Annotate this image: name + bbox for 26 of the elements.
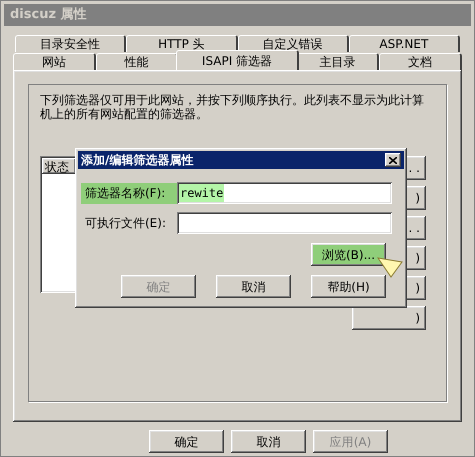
pointer-icon [377, 256, 403, 278]
close-icon [389, 156, 397, 164]
field-label: 筛选器名称(F): [81, 182, 177, 204]
tab[interactable]: ISAPI 筛选器 [176, 50, 299, 70]
button[interactable]: 确定 [149, 430, 224, 453]
side-button[interactable]: ) [352, 306, 426, 330]
tab[interactable]: 目录安全性 [15, 35, 126, 52]
button[interactable]: 取消 [231, 430, 306, 453]
tab[interactable]: 自定义错误 [238, 35, 349, 52]
tab[interactable]: 性能 [96, 53, 178, 70]
button[interactable]: 取消 [216, 275, 291, 298]
input-field[interactable]: rewite [177, 182, 392, 204]
description-text: 下列筛选器仅可用于此网站，并按下列顺序执行。此列表不显示为此计算机上的所有网站配置的筛选器。 [40, 93, 425, 121]
close-button[interactable] [385, 153, 401, 167]
tab[interactable]: ASP.NET [348, 35, 460, 52]
tab[interactable]: 文档 [379, 53, 462, 70]
button[interactable]: 帮助(H) [311, 275, 386, 298]
browse-button[interactable]: 浏览(B)... [311, 243, 386, 266]
input-field[interactable] [177, 212, 392, 234]
column-header[interactable]: 状态 [42, 158, 76, 174]
dialog-title: 添加/编辑筛选器属性 [81, 152, 194, 169]
tab[interactable]: HTTP 头 [126, 35, 238, 52]
field-label: 可执行文件(E): [84, 215, 167, 232]
window-title: discuz 属性 [10, 6, 87, 24]
tab[interactable]: 网站 [13, 53, 96, 70]
tab[interactable]: 主目录 [296, 53, 380, 70]
